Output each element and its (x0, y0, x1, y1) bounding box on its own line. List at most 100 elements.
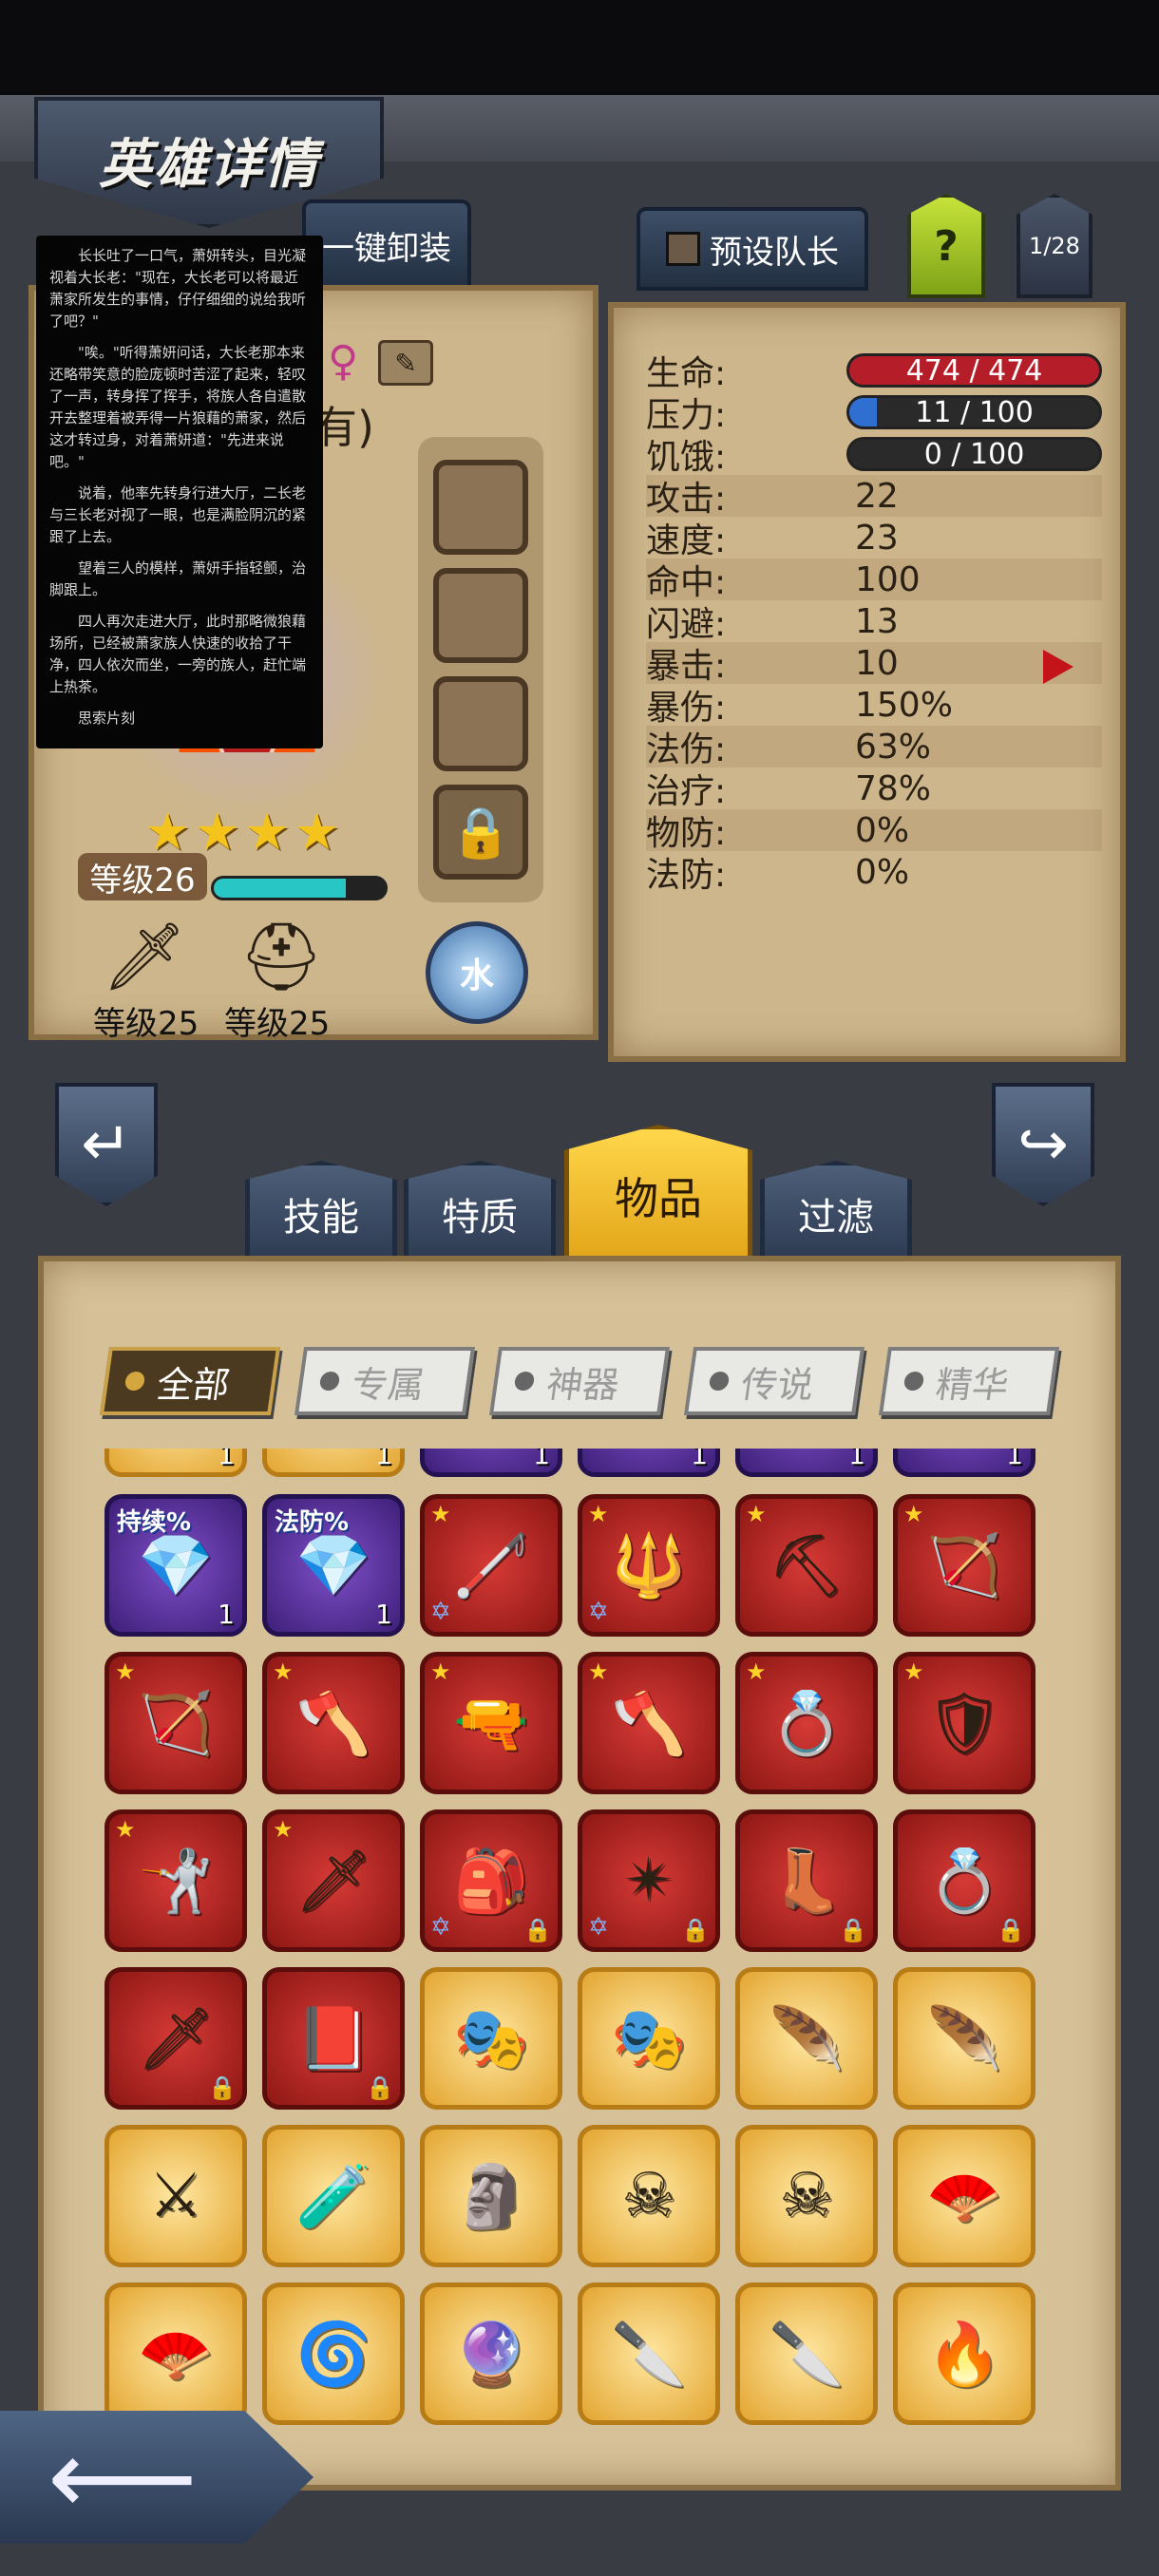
inventory-item[interactable]: ☠ (735, 2125, 878, 2267)
stat-value: 0% (855, 810, 910, 850)
inventory-item[interactable]: 1 (262, 1449, 405, 1477)
inventory-item[interactable]: 💎 持续% 1 (104, 1494, 247, 1637)
orb-staff-icon: 🔮 (453, 2319, 529, 2390)
inventory-item[interactable]: 🪓 ★ (578, 1652, 720, 1794)
stat-row: 治疗: 78% (646, 767, 1102, 812)
novel-reader-overlay[interactable]: 长长吐了一口气，萧妍转头，目光凝视着大长老："现在，大长老可以将最近萧家所发生的… (36, 236, 323, 748)
inventory-item[interactable]: 🔱 ★ ✡ (578, 1494, 720, 1637)
inventory-item[interactable]: 🔥 (893, 2282, 1036, 2425)
skull-flag-icon: ☠ (779, 2161, 834, 2231)
inventory-item[interactable]: 🔫 ★ (420, 1652, 562, 1794)
filter-exclusive[interactable]: 专属 (294, 1347, 476, 1415)
prev-hero-button[interactable]: ↵ (55, 1083, 158, 1206)
tab-skills[interactable]: 技能 (245, 1161, 397, 1267)
filter-artifact[interactable]: 神器 (488, 1347, 671, 1415)
lock-icon: 🔒 (366, 2074, 394, 2101)
filter-legendary[interactable]: 传说 (683, 1347, 865, 1415)
filter-all[interactable]: 全部 (99, 1347, 281, 1415)
inventory-item[interactable]: 1 (893, 1449, 1036, 1477)
inventory-item[interactable]: 🧪 (262, 2125, 405, 2267)
inventory-item[interactable]: ⛏ ★ (735, 1494, 878, 1637)
item-count: 1 (533, 1449, 550, 1470)
filter-essence[interactable]: 精华 (878, 1347, 1060, 1415)
weapon-gear-icon[interactable]: 🗡 (87, 918, 201, 1003)
next-hero-button[interactable]: ↪ (992, 1083, 1094, 1206)
inventory-item[interactable]: 🔮 (420, 2282, 562, 2425)
ring-icon: 💍 (769, 1688, 845, 1759)
inventory-item[interactable]: 💎 法防% 1 (262, 1494, 405, 1637)
inventory-item[interactable]: 1 (578, 1449, 720, 1477)
stat-row-hp: 生命: 474 / 474 (646, 350, 1102, 393)
inventory-item[interactable]: 1 (104, 1449, 247, 1477)
locked-slot[interactable]: 🔒 (433, 785, 528, 880)
inventory-item[interactable]: ⚔ (104, 2125, 247, 2267)
inventory-item[interactable]: 🏹 ★ (893, 1494, 1036, 1637)
inventory-item[interactable]: 🔪 (735, 2282, 878, 2425)
jeweled-ring-icon: 💍 (926, 1846, 1002, 1917)
item-grid[interactable]: 1 1 1 1 1 1 💎 持续% 1 💎 法防% 1 🦯 ★ ✡ 🔱 ★ ✡ ⛏ ★ 🏹 ★ 🏹 ★ 🪓 ★ 🔫 ★ 🪓 ★ 💍 ★ 🛡 ★ 🤺 ★… (104, 1449, 1054, 2446)
inventory-item[interactable]: 🛡 ★ (893, 1652, 1036, 1794)
tab-filter[interactable]: 过滤 (760, 1161, 912, 1267)
plague-mask-icon: 🎭 (611, 2003, 687, 2074)
element-label: 水 (459, 957, 494, 995)
inventory-item[interactable]: 💍 🔒 (893, 1809, 1036, 1952)
star-icon: ★ (115, 1658, 136, 1685)
inventory-item[interactable]: 📕 🔒 (262, 1967, 405, 2110)
inventory-item[interactable]: 💍 ★ (735, 1652, 878, 1794)
unequip-all-label: 一键卸装 (322, 229, 451, 268)
bow-icon: 🏹 (926, 1530, 1002, 1601)
trinket-slot-1[interactable] (433, 460, 528, 555)
help-button[interactable]: ? (907, 194, 985, 298)
inventory-item[interactable]: 🗡 ★ (262, 1809, 405, 1952)
star-icon: ★ (273, 1658, 294, 1685)
inventory-item[interactable]: ✴ ✡ 🔒 (578, 1809, 720, 1952)
preset-leader-button[interactable]: 预设队长 (636, 207, 868, 291)
stats-next-arrow-icon[interactable] (1043, 650, 1074, 684)
inventory-item[interactable]: 🌀 (262, 2282, 405, 2425)
inventory-item[interactable]: 1 (735, 1449, 878, 1477)
inventory-item[interactable]: 🪶 (893, 1967, 1036, 2110)
inventory-item[interactable]: 🦯 ★ ✡ (420, 1494, 562, 1637)
winged-boots-icon: 👢 (769, 1846, 845, 1917)
inventory-item[interactable]: 🤺 ★ (104, 1809, 247, 1952)
rapier-icon: 🤺 (138, 1846, 214, 1917)
helmet-gear-icon[interactable]: ⛑ (224, 918, 338, 1003)
star-icon: ★ (294, 802, 340, 862)
stat-value: 0% (855, 852, 910, 892)
novel-paragraph: 思索片刻 (78, 710, 136, 727)
stat-row: 闪避: 13 (646, 600, 1102, 645)
inventory-item[interactable]: 👢 🔒 (735, 1809, 878, 1952)
inventory-item[interactable]: 🪭 (893, 2125, 1036, 2267)
preset-leader-label: 预设队长 (710, 233, 839, 272)
tab-traits[interactable]: 特质 (404, 1161, 556, 1267)
tab-items[interactable]: 物品 (564, 1125, 752, 1267)
unequip-all-button[interactable]: 一键卸装 (302, 199, 471, 291)
rename-button[interactable]: ✎ (378, 340, 433, 386)
inventory-item[interactable]: 🎒 ✡ 🔒 (420, 1809, 562, 1952)
inventory-item[interactable]: 🏹 ★ (104, 1652, 247, 1794)
stat-value: 150% (855, 685, 953, 725)
inventory-item[interactable]: 🗿 (420, 2125, 562, 2267)
preset-leader-checkbox[interactable] (666, 232, 700, 266)
female-icon: ♀ (328, 337, 359, 386)
star-icon: ★ (746, 1658, 767, 1685)
stress-bar-fill (849, 398, 877, 426)
hunger-value: 0 / 100 (923, 437, 1025, 471)
novel-paragraph: 望着三人的模样，萧妍手指轻颤，治脚跟上。 (49, 559, 307, 598)
trinket-slot-3[interactable] (433, 676, 528, 771)
hero-level-label: 等级26 (89, 861, 196, 900)
inventory-item[interactable]: 🎭 (578, 1967, 720, 2110)
inventory-item[interactable]: 🎭 (420, 1967, 562, 2110)
xp-bar (211, 876, 388, 900)
inventory-item[interactable]: 1 (420, 1449, 562, 1477)
trinket-slot-2[interactable] (433, 568, 528, 663)
backpack-icon: 🎒 (453, 1846, 529, 1917)
stress-bar: 11 / 100 (846, 395, 1102, 429)
inventory-item[interactable]: 🪶 (735, 1967, 878, 2110)
inventory-item[interactable]: 🪓 ★ (262, 1652, 405, 1794)
inventory-item[interactable]: ☠ (578, 2125, 720, 2267)
hunger-bar: 0 / 100 (846, 437, 1102, 471)
inventory-item[interactable]: 🔪 (578, 2282, 720, 2425)
inventory-item[interactable]: 🗡 🔒 (104, 1967, 247, 2110)
inventory-item[interactable]: 🪭 (104, 2282, 247, 2425)
